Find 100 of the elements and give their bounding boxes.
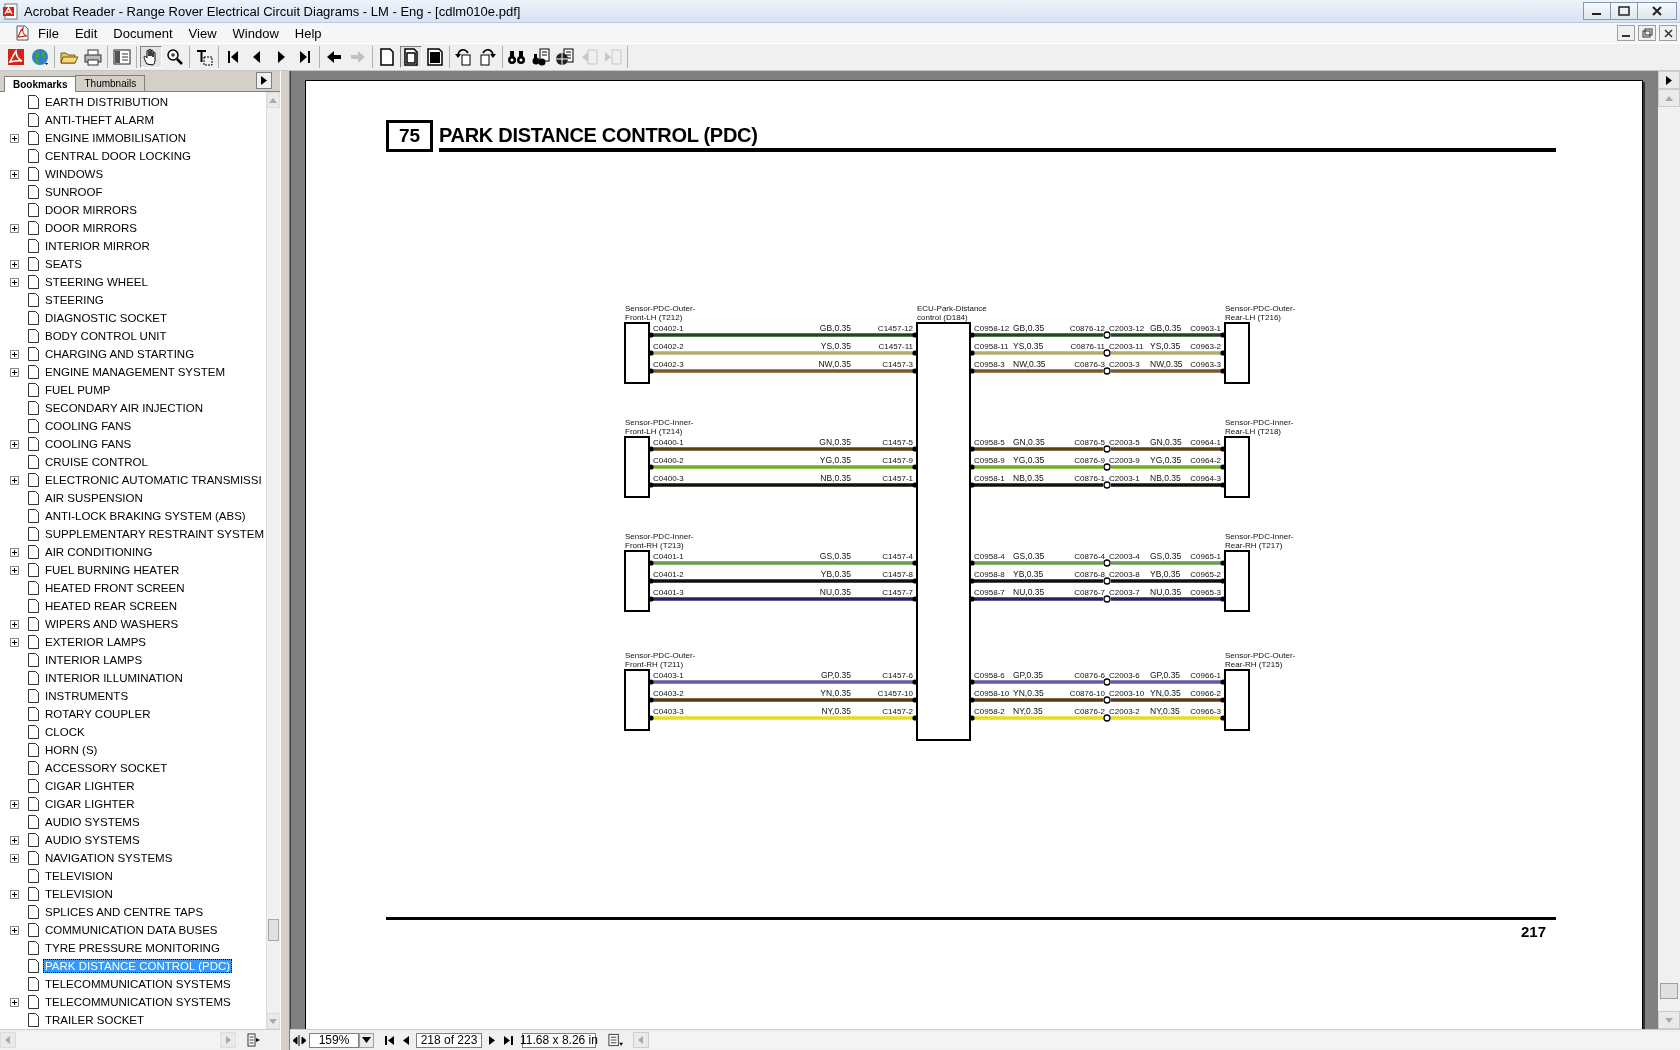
bookmark-item[interactable]: SECONDARY AIR INJECTION [43,401,206,415]
rotate-right-icon[interactable] [477,46,499,68]
expand-icon[interactable] [9,475,19,485]
bookmark-item[interactable]: DOOR MIRRORS [43,203,139,217]
document-search-icon[interactable] [530,46,552,68]
minimize-button[interactable] [1583,2,1611,20]
expand-icon[interactable] [9,547,19,557]
bookmark-item[interactable]: INTERIOR ILLUMINATION [43,671,185,685]
expand-icon[interactable] [9,997,19,1007]
expand-icon[interactable] [9,259,19,269]
close-button[interactable] [1637,2,1677,20]
bookmark-item[interactable]: AIR CONDITIONING [43,545,155,559]
vertical-scrollbar[interactable] [266,92,280,1029]
bookmark-item[interactable]: ENGINE MANAGEMENT SYSTEM [43,365,227,379]
vertical-scrollbar[interactable] [1658,71,1680,1029]
bookmark-item[interactable]: TRAILER SOCKET [43,1013,147,1027]
bookmark-item[interactable]: ROTARY COUPLER [43,707,153,721]
bookmark-item[interactable]: CRUISE CONTROL [43,455,150,469]
bookmark-item[interactable]: AUDIO SYSTEMS [43,833,142,847]
expand-icon[interactable] [9,835,19,845]
bookmark-item[interactable]: ANTI-THEFT ALARM [43,113,157,127]
bookmark-item[interactable]: INTERIOR LAMPS [43,653,145,667]
bookmark-item[interactable]: CIGAR LIGHTER [43,779,137,793]
bookmark-item[interactable]: COOLING FANS [43,437,134,451]
expand-icon[interactable] [9,439,19,449]
maximize-icon[interactable] [1618,6,1630,16]
expand-icon[interactable] [9,853,19,863]
expand-icon[interactable] [9,889,19,899]
bookmark-item[interactable]: CHARGING AND STARTING [43,347,197,361]
globe-icon[interactable] [29,46,51,68]
menu-item[interactable]: Edit [66,24,106,42]
expand-icon[interactable] [9,349,19,359]
hand-icon[interactable] [140,46,162,68]
menu-item[interactable]: Help [286,24,330,42]
bookmark-item[interactable]: STEERING WHEEL [43,275,150,289]
bookmark-item[interactable]: ANTI-LOCK BRAKING SYSTEM (ABS) [43,509,248,523]
panel-options-button[interactable] [256,72,272,89]
expand-icon[interactable] [9,565,19,575]
close-icon[interactable] [1651,6,1663,16]
zoom-dropdown-button[interactable] [359,1032,374,1048]
expand-icon[interactable] [9,799,19,809]
bookmark-item[interactable]: TELEVISION [43,869,115,883]
bookmark-item[interactable]: AUDIO SYSTEMS [43,815,142,829]
scrollbar-thumb[interactable] [1660,983,1678,999]
bookmark-item[interactable]: FUEL PUMP [43,383,113,397]
menu-item[interactable]: Document [105,24,181,42]
zoom-field[interactable]: 159% [309,1032,359,1048]
expand-icon[interactable] [9,223,19,233]
split-arrow-icon[interactable] [1665,75,1673,85]
bookmark-item[interactable]: INSTRUMENTS [43,689,131,703]
last-page-icon[interactable] [503,1034,514,1046]
bookmark-item[interactable]: TELECOMMUNICATION SYSTEMS [43,995,233,1009]
bookmark-item[interactable]: HEATED FRONT SCREEN [43,581,187,595]
bookmark-item[interactable]: ELECTRONIC AUTOMATIC TRANSMISSI [43,473,264,487]
bookmark-item[interactable]: BODY CONTROL UNIT [43,329,169,343]
bookmark-item[interactable]: WIPERS AND WASHERS [43,617,181,631]
bookmark-item[interactable]: INTERIOR MIRROR [43,239,152,253]
panel-menu-icon[interactable] [246,1033,260,1047]
bookmark-item[interactable]: SUPPLEMENTARY RESTRAINT SYSTEM [43,527,266,541]
bookmark-item[interactable]: ENGINE IMMOBILISATION [43,131,188,145]
page-layout-icon[interactable] [608,1033,623,1047]
bookmark-item[interactable]: HORN (S) [43,743,100,757]
panel-tab[interactable]: Bookmarks [4,76,77,92]
menu-item[interactable]: Window [224,24,287,42]
expand-icon[interactable] [9,277,19,287]
bookmark-item[interactable]: WINDOWS [43,167,106,181]
expand-icon[interactable] [9,367,19,377]
bookmark-item[interactable]: EARTH DISTRIBUTION [43,95,171,109]
bookmark-item[interactable]: DIAGNOSTIC SOCKET [43,311,170,325]
fit-page-icon[interactable] [400,46,422,68]
bookmark-item[interactable]: DOOR MIRRORS [43,221,139,235]
bookmark-item[interactable]: STEERING [43,293,106,307]
resize-icon[interactable] [293,1034,306,1046]
page-number-field[interactable]: 218 of 223 [416,1032,482,1048]
scrollbar-thumb[interactable] [268,919,279,941]
bookmark-item[interactable]: NAVIGATION SYSTEMS [43,851,175,865]
horizontal-scrollbar[interactable] [633,1032,1680,1048]
bookmark-item[interactable]: TELEVISION [43,887,115,901]
bookmark-item[interactable]: COMMUNICATION DATA BUSES [43,923,220,937]
fit-width-icon[interactable] [424,46,446,68]
document-globe-icon[interactable] [554,46,576,68]
first-page-icon[interactable] [384,1034,395,1046]
previous-page-icon[interactable] [401,1034,412,1046]
bookmark-item[interactable]: COOLING FANS [43,419,134,433]
printer-icon[interactable] [82,46,104,68]
caret-icon[interactable] [362,1037,371,1043]
bookmark-item[interactable]: HEATED REAR SCREEN [43,599,180,613]
bookmark-item[interactable]: TYRE PRESSURE MONITORING [43,941,222,955]
bookmark-item[interactable]: SEATS [43,257,84,271]
expand-icon[interactable] [9,619,19,629]
pane-splitter[interactable] [280,71,290,1050]
bookmark-item[interactable]: FUEL BURNING HEATER [43,563,182,577]
expand-icon[interactable] [9,637,19,647]
bookmark-item[interactable]: CENTRAL DOOR LOCKING [43,149,193,163]
next-page-icon[interactable] [486,1034,497,1046]
logo-icon[interactable] [5,46,27,68]
bookmark-item[interactable]: TELECOMMUNICATION SYSTEMS [43,977,233,991]
navigation-pane-icon[interactable] [111,46,133,68]
panel-tab[interactable]: Thumbnails [75,75,146,91]
expand-icon[interactable] [9,133,19,143]
